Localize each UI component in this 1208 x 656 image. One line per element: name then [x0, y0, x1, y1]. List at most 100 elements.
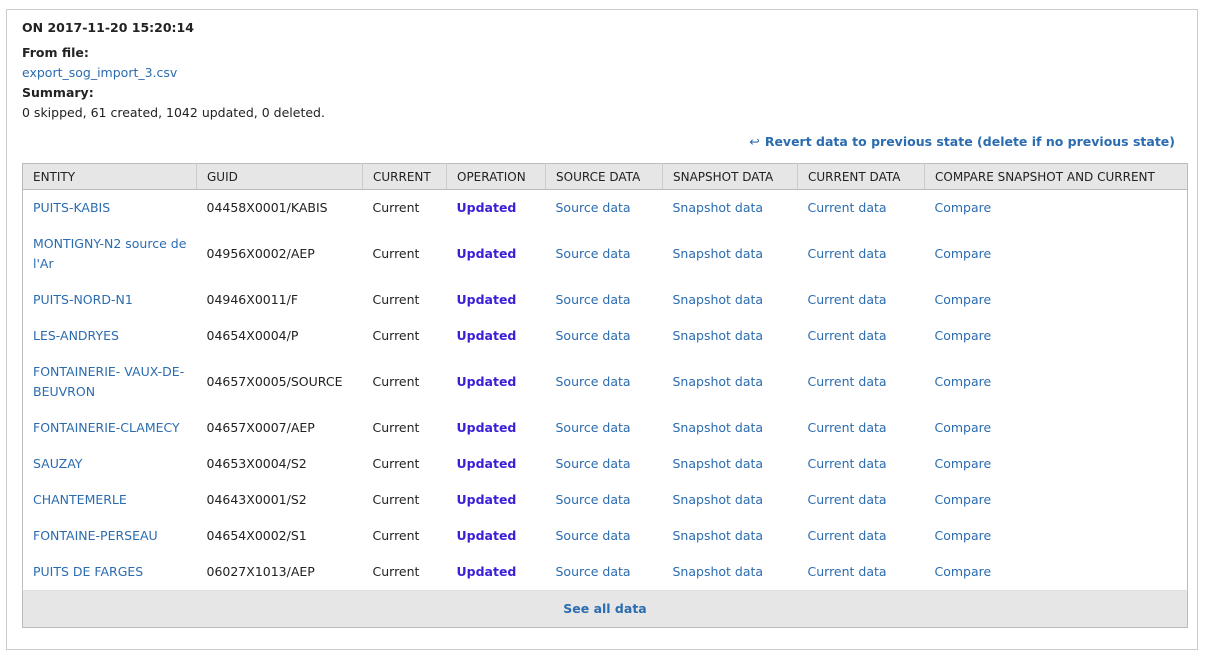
current-data-link[interactable]: Current data — [808, 328, 887, 343]
entity-link[interactable]: PUITS-NORD-N1 — [33, 292, 133, 307]
table-row: CHANTEMERLE 04643X0001/S2 Current Update… — [23, 482, 1188, 518]
source-data-link[interactable]: Source data — [556, 492, 631, 507]
table-header-row: ENTITY GUID CURRENT OPERATION SOURCE DAT… — [22, 163, 1188, 190]
summary-label: Summary: — [22, 85, 94, 100]
entity-link[interactable]: FONTAINERIE- VAUX-DE-BEUVRON — [33, 364, 184, 399]
guid-cell: 04956X0002/AEP — [206, 246, 315, 261]
source-data-link[interactable]: Source data — [556, 292, 631, 307]
table-row: SAUZAY 04653X0004/S2 Current Updated Sou… — [23, 446, 1188, 482]
operation-status: Updated — [456, 200, 517, 215]
column-header-guid: GUID — [196, 163, 363, 190]
guid-cell: 04654X0004/P — [206, 328, 299, 343]
compare-link[interactable]: Compare — [935, 528, 992, 543]
snapshot-data-link[interactable]: Snapshot data — [673, 200, 764, 215]
source-data-link[interactable]: Source data — [556, 246, 631, 261]
summary-text: 0 skipped, 61 created, 1042 updated, 0 d… — [22, 105, 325, 120]
operation-status: Updated — [456, 420, 517, 435]
current-data-link[interactable]: Current data — [808, 456, 887, 471]
current-cell: Current — [372, 564, 420, 579]
entity-link[interactable]: PUITS-KABIS — [33, 200, 110, 215]
compare-link[interactable]: Compare — [935, 200, 992, 215]
compare-link[interactable]: Compare — [935, 564, 992, 579]
column-header-snapshot-data: SNAPSHOT DATA — [662, 163, 798, 190]
compare-link[interactable]: Compare — [935, 420, 992, 435]
current-data-link[interactable]: Current data — [808, 374, 887, 389]
source-data-link[interactable]: Source data — [556, 456, 631, 471]
snapshot-data-link[interactable]: Snapshot data — [673, 456, 764, 471]
entity-link[interactable]: CHANTEMERLE — [33, 492, 127, 507]
snapshot-data-link[interactable]: Snapshot data — [673, 374, 764, 389]
snapshot-data-link[interactable]: Snapshot data — [673, 492, 764, 507]
compare-link[interactable]: Compare — [935, 292, 992, 307]
operation-status: Updated — [456, 246, 517, 261]
compare-link[interactable]: Compare — [935, 246, 992, 261]
entity-link[interactable]: SAUZAY — [33, 456, 82, 471]
current-data-link[interactable]: Current data — [808, 564, 887, 579]
compare-link[interactable]: Compare — [935, 456, 992, 471]
entity-link[interactable]: LES-ANDRYES — [33, 328, 119, 343]
column-header-entity: ENTITY — [22, 163, 197, 190]
guid-cell: 04657X0007/AEP — [206, 420, 315, 435]
guid-cell: 04654X0002/S1 — [206, 528, 307, 543]
current-data-link[interactable]: Current data — [808, 528, 887, 543]
current-cell: Current — [372, 200, 420, 215]
source-file-link[interactable]: export_sog_import_3.csv — [22, 65, 177, 81]
source-data-link[interactable]: Source data — [556, 200, 631, 215]
source-data-link[interactable]: Source data — [556, 528, 631, 543]
source-data-link[interactable]: Source data — [556, 374, 631, 389]
import-results-table: ENTITY GUID CURRENT OPERATION SOURCE DAT… — [22, 163, 1188, 628]
operation-status: Updated — [456, 374, 517, 389]
snapshot-data-link[interactable]: Snapshot data — [673, 420, 764, 435]
table-row: LES-ANDRYES 04654X0004/P Current Updated… — [23, 318, 1188, 354]
current-data-link[interactable]: Current data — [808, 420, 887, 435]
entity-link[interactable]: PUITS DE FARGES — [33, 564, 143, 579]
table-row: PUITS-KABIS 04458X0001/KABIS Current Upd… — [23, 190, 1188, 227]
snapshot-data-link[interactable]: Snapshot data — [673, 246, 764, 261]
current-data-link[interactable]: Current data — [808, 200, 887, 215]
compare-link[interactable]: Compare — [935, 374, 992, 389]
source-data-link[interactable]: Source data — [556, 564, 631, 579]
see-all-data-link[interactable]: See all data — [563, 601, 646, 616]
operation-status: Updated — [456, 492, 517, 507]
current-cell: Current — [372, 246, 420, 261]
column-header-current: CURRENT — [362, 163, 447, 190]
column-header-operation: OPERATION — [446, 163, 546, 190]
guid-cell: 04946X0011/F — [206, 292, 299, 307]
from-file-label: From file: — [22, 45, 89, 60]
source-data-link[interactable]: Source data — [556, 328, 631, 343]
snapshot-data-link[interactable]: Snapshot data — [673, 292, 764, 307]
table-row: FONTAINE-PERSEAU 04654X0002/S1 Current U… — [23, 518, 1188, 554]
current-cell: Current — [372, 492, 420, 507]
entity-link[interactable]: FONTAINE-PERSEAU — [33, 528, 158, 543]
guid-cell: 06027X1013/AEP — [206, 564, 315, 579]
guid-cell: 04643X0001/S2 — [206, 492, 307, 507]
operation-status: Updated — [456, 528, 517, 543]
entity-link[interactable]: FONTAINERIE-CLAMECY — [33, 420, 180, 435]
import-timestamp: ON 2017-11-20 15:20:14 — [22, 20, 194, 35]
table-row: FONTAINERIE- VAUX-DE-BEUVRON 04657X0005/… — [23, 354, 1188, 410]
revert-arrow-icon: ↩ — [749, 134, 760, 149]
current-cell: Current — [372, 420, 420, 435]
current-data-link[interactable]: Current data — [808, 292, 887, 307]
import-log-panel: ON 2017-11-20 15:20:14 From file: export… — [6, 9, 1198, 650]
current-cell: Current — [372, 328, 420, 343]
revert-data-label: Revert data to previous state (delete if… — [764, 134, 1175, 149]
table-row: PUITS DE FARGES 06027X1013/AEP Current U… — [23, 554, 1188, 591]
table-row: MONTIGNY-N2 source de l'Ar 04956X0002/AE… — [23, 226, 1188, 282]
table-row: FONTAINERIE-CLAMECY 04657X0007/AEP Curre… — [23, 410, 1188, 446]
compare-link[interactable]: Compare — [935, 328, 992, 343]
guid-cell: 04657X0005/SOURCE — [206, 374, 343, 389]
current-data-link[interactable]: Current data — [808, 246, 887, 261]
revert-data-link[interactable]: ↩ Revert data to previous state (delete i… — [749, 134, 1175, 150]
table-row: PUITS-NORD-N1 04946X0011/F Current Updat… — [23, 282, 1188, 318]
operation-status: Updated — [456, 328, 517, 343]
snapshot-data-link[interactable]: Snapshot data — [673, 528, 764, 543]
operation-status: Updated — [456, 292, 517, 307]
source-data-link[interactable]: Source data — [556, 420, 631, 435]
snapshot-data-link[interactable]: Snapshot data — [673, 564, 764, 579]
current-data-link[interactable]: Current data — [808, 492, 887, 507]
guid-cell: 04653X0004/S2 — [206, 456, 307, 471]
snapshot-data-link[interactable]: Snapshot data — [673, 328, 764, 343]
entity-link[interactable]: MONTIGNY-N2 source de l'Ar — [33, 236, 186, 271]
compare-link[interactable]: Compare — [935, 492, 992, 507]
